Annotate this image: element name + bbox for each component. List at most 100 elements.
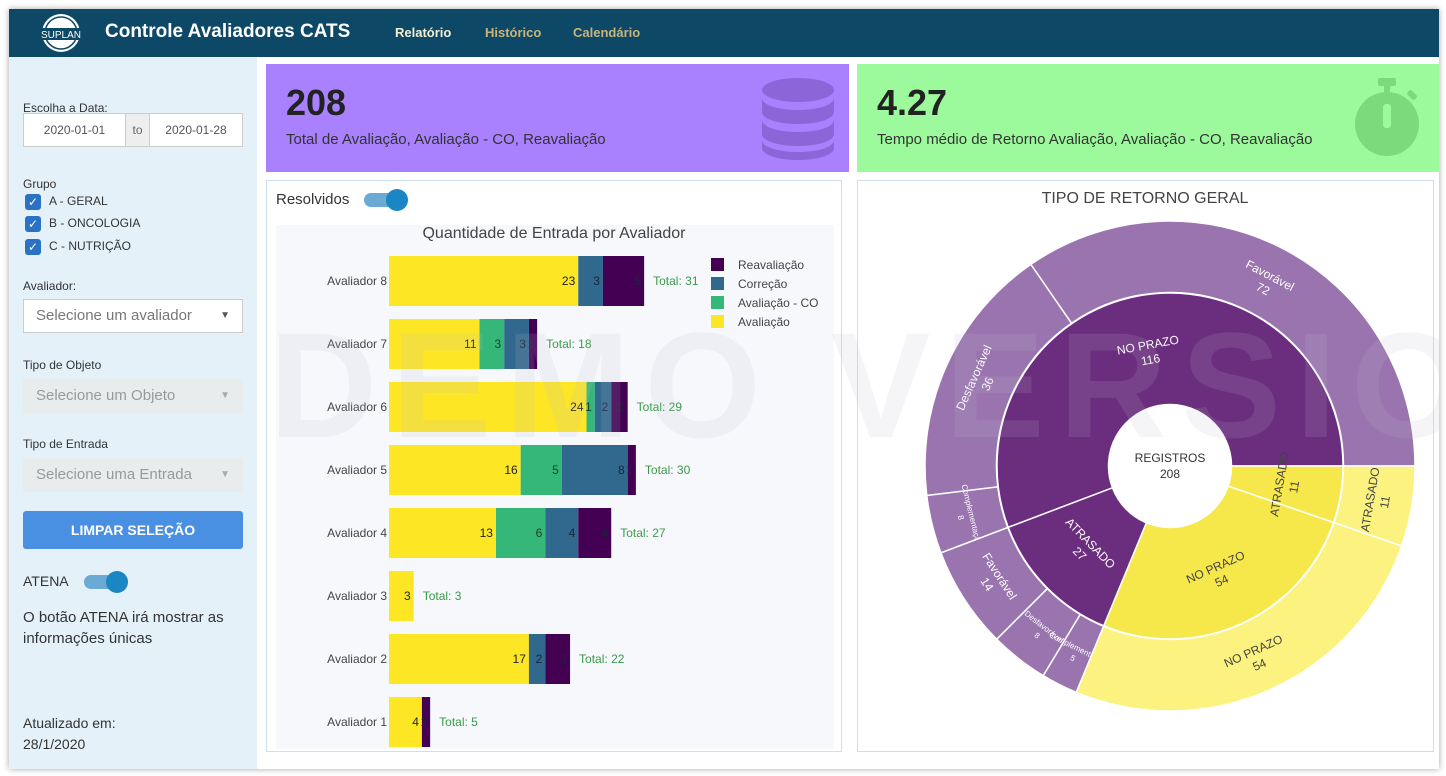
y-tick-label: Avaliador 8 xyxy=(327,274,387,288)
sunburst-value: 11 xyxy=(1286,479,1302,494)
bar-value-label: 1 xyxy=(527,337,534,351)
y-tick-label: Avaliador 6 xyxy=(327,400,387,414)
bar-value-label: 3 xyxy=(495,337,502,351)
checkbox-label-c-nutricao: C - NUTRIÇÃO xyxy=(49,239,131,253)
sidebar: Escolha a Data: 2020-01-01 to 2020-01-28… xyxy=(9,57,257,769)
nav-calendario[interactable]: Calendário xyxy=(573,25,640,40)
checkbox-label-b-oncologia: B - ONCOLOGIA xyxy=(49,216,141,230)
sunburst-root-value: 208 xyxy=(1160,467,1180,481)
updated-info: Atualizado em: 28/1/2020 xyxy=(23,713,223,755)
checkbox-a-geral[interactable]: ✓ xyxy=(25,194,41,210)
bar-value-label: 2 xyxy=(618,400,625,414)
y-tick-label: Avaliador 7 xyxy=(327,337,387,351)
bar-value-label: 4 xyxy=(569,526,576,540)
evaluator-placeholder: Selecione um avaliador xyxy=(36,307,192,324)
bar-total-label: Total: 22 xyxy=(579,652,625,666)
bar-total-label: Total: 30 xyxy=(645,463,691,477)
y-tick-label: Avaliador 2 xyxy=(327,652,387,666)
bar-value-label: 11 xyxy=(464,337,477,351)
bar-value-label: 17 xyxy=(513,652,527,666)
atena-description: O botão ATENA irá mostrar as informações… xyxy=(23,609,224,647)
bar-value-label: 4 xyxy=(412,715,419,729)
app-window: SUPLAN Controle Avaliadores CATS Relatór… xyxy=(9,9,1439,769)
bar-value-label: 24 xyxy=(570,400,584,414)
bar-total-label: Total: 27 xyxy=(620,526,666,540)
bar-value-label: 3 xyxy=(519,337,526,351)
database-icon xyxy=(762,78,834,160)
sunburst-value: 11 xyxy=(1377,494,1393,509)
entry-placeholder: Selecione uma Entrada xyxy=(36,466,192,483)
legend-swatch-reavaliacao xyxy=(711,258,724,271)
y-tick-label: Avaliador 5 xyxy=(327,463,387,477)
kpi-time-value: 4.27 xyxy=(877,82,948,123)
updated-date: 28/1/2020 xyxy=(23,736,86,752)
bar-segment-avaliacao[interactable] xyxy=(389,634,529,684)
date-to-input[interactable]: 2020-01-28 xyxy=(149,113,243,147)
checkbox-c-nutricao[interactable]: ✓ xyxy=(25,239,41,255)
checkbox-b-oncologia[interactable]: ✓ xyxy=(25,216,41,232)
legend-label-correcao: Correção xyxy=(738,277,788,291)
legend-swatch-correcao xyxy=(711,277,724,290)
sunburst-center xyxy=(1109,405,1231,527)
right-chart-panel: TIPO DE RETORNO GERAL RESOLVIDO143NÃO RE… xyxy=(857,180,1434,752)
kpi-card-total: 208 Total de Avaliação, Avaliação - CO, … xyxy=(266,64,849,172)
toggle-knob xyxy=(106,571,128,593)
atena-toggle[interactable] xyxy=(84,571,128,593)
stopwatch-icon xyxy=(1355,78,1419,156)
entry-label: Tipo de Entrada xyxy=(23,437,108,451)
bar-total-label: Total: 29 xyxy=(637,400,683,414)
bar-value-label: 4 xyxy=(602,526,609,540)
bar-value-label: 5 xyxy=(552,463,559,477)
left-chart-panel: Resolvidos Quantidade de Entrada por Ava… xyxy=(266,180,842,752)
bar-total-label: Total: 5 xyxy=(439,715,478,729)
legend-label-reavaliacao: Reavaliação xyxy=(738,258,804,272)
top-navbar: SUPLAN Controle Avaliadores CATS Relatór… xyxy=(9,9,1439,57)
kpi-total-caption: Total de Avaliação, Avaliação - CO, Reav… xyxy=(286,131,606,148)
bar-value-label: 16 xyxy=(504,463,518,477)
bar-total-label: Total: 18 xyxy=(546,337,592,351)
bar-segment-avaliacao[interactable] xyxy=(389,256,579,306)
resolvidos-toggle[interactable] xyxy=(364,189,408,211)
kpi-time-caption: Tempo médio de Retorno Avaliação, Avalia… xyxy=(877,131,1313,148)
kpi-card-time: 4.27 Tempo médio de Retorno Avaliação, A… xyxy=(857,64,1439,172)
bar-value-label: 3 xyxy=(404,589,411,603)
legend-swatch-avaliacao-co xyxy=(711,296,724,309)
app-title: Controle Avaliadores CATS xyxy=(105,21,351,42)
clear-selection-button[interactable]: LIMPAR SELEÇÃO xyxy=(23,511,243,549)
nav-historico[interactable]: Histórico xyxy=(485,25,541,40)
bar-value-label: 3 xyxy=(593,274,600,288)
y-tick-label: Avaliador 4 xyxy=(327,526,387,540)
kpi-total-value: 208 xyxy=(286,82,347,123)
chevron-down-icon: ▼ xyxy=(220,310,230,321)
bar-value-label: 2 xyxy=(602,400,609,414)
bar-value-label: 1 xyxy=(420,715,427,729)
date-from-input[interactable]: 2020-01-01 xyxy=(23,113,126,147)
object-label: Tipo de Objeto xyxy=(23,358,102,372)
evaluator-label: Avaliador: xyxy=(23,279,77,293)
checkbox-label-a-geral: A - GERAL xyxy=(49,194,108,208)
sunburst-chart: TIPO DE RETORNO GERAL RESOLVIDO143NÃO RE… xyxy=(924,190,1416,712)
entry-select[interactable]: Selecione uma Entrada ▼ xyxy=(23,458,243,492)
bar-value-label: 2 xyxy=(536,652,543,666)
evaluator-select[interactable]: Selecione um avaliador ▼ xyxy=(23,299,243,333)
toggle-knob xyxy=(386,189,408,211)
atena-label: ATENA xyxy=(23,573,69,589)
bar-segment-avaliacao[interactable] xyxy=(389,445,521,495)
svg-text:SUPLAN: SUPLAN xyxy=(41,30,81,41)
bar-value-label: 23 xyxy=(562,274,576,288)
y-tick-label: Avaliador 1 xyxy=(327,715,387,729)
date-separator: to xyxy=(125,113,150,147)
bar-value-label: 1 xyxy=(585,400,592,414)
chevron-down-icon: ▼ xyxy=(220,390,230,401)
bar-total-label: Total: 3 xyxy=(423,589,462,603)
bar-segment-avaliacao[interactable] xyxy=(389,382,587,432)
nav-relatorio[interactable]: Relatório xyxy=(395,25,451,40)
bar-value-label: 6 xyxy=(536,526,543,540)
legend-label-avaliacao: Avaliação xyxy=(738,315,790,329)
bar-value-label: 5 xyxy=(634,274,641,288)
updated-label: Atualizado em: xyxy=(23,715,116,731)
bar-value-label: 13 xyxy=(480,526,494,540)
object-placeholder: Selecione um Objeto xyxy=(36,387,176,404)
object-select[interactable]: Selecione um Objeto ▼ xyxy=(23,379,243,413)
chevron-down-icon: ▼ xyxy=(220,469,230,480)
